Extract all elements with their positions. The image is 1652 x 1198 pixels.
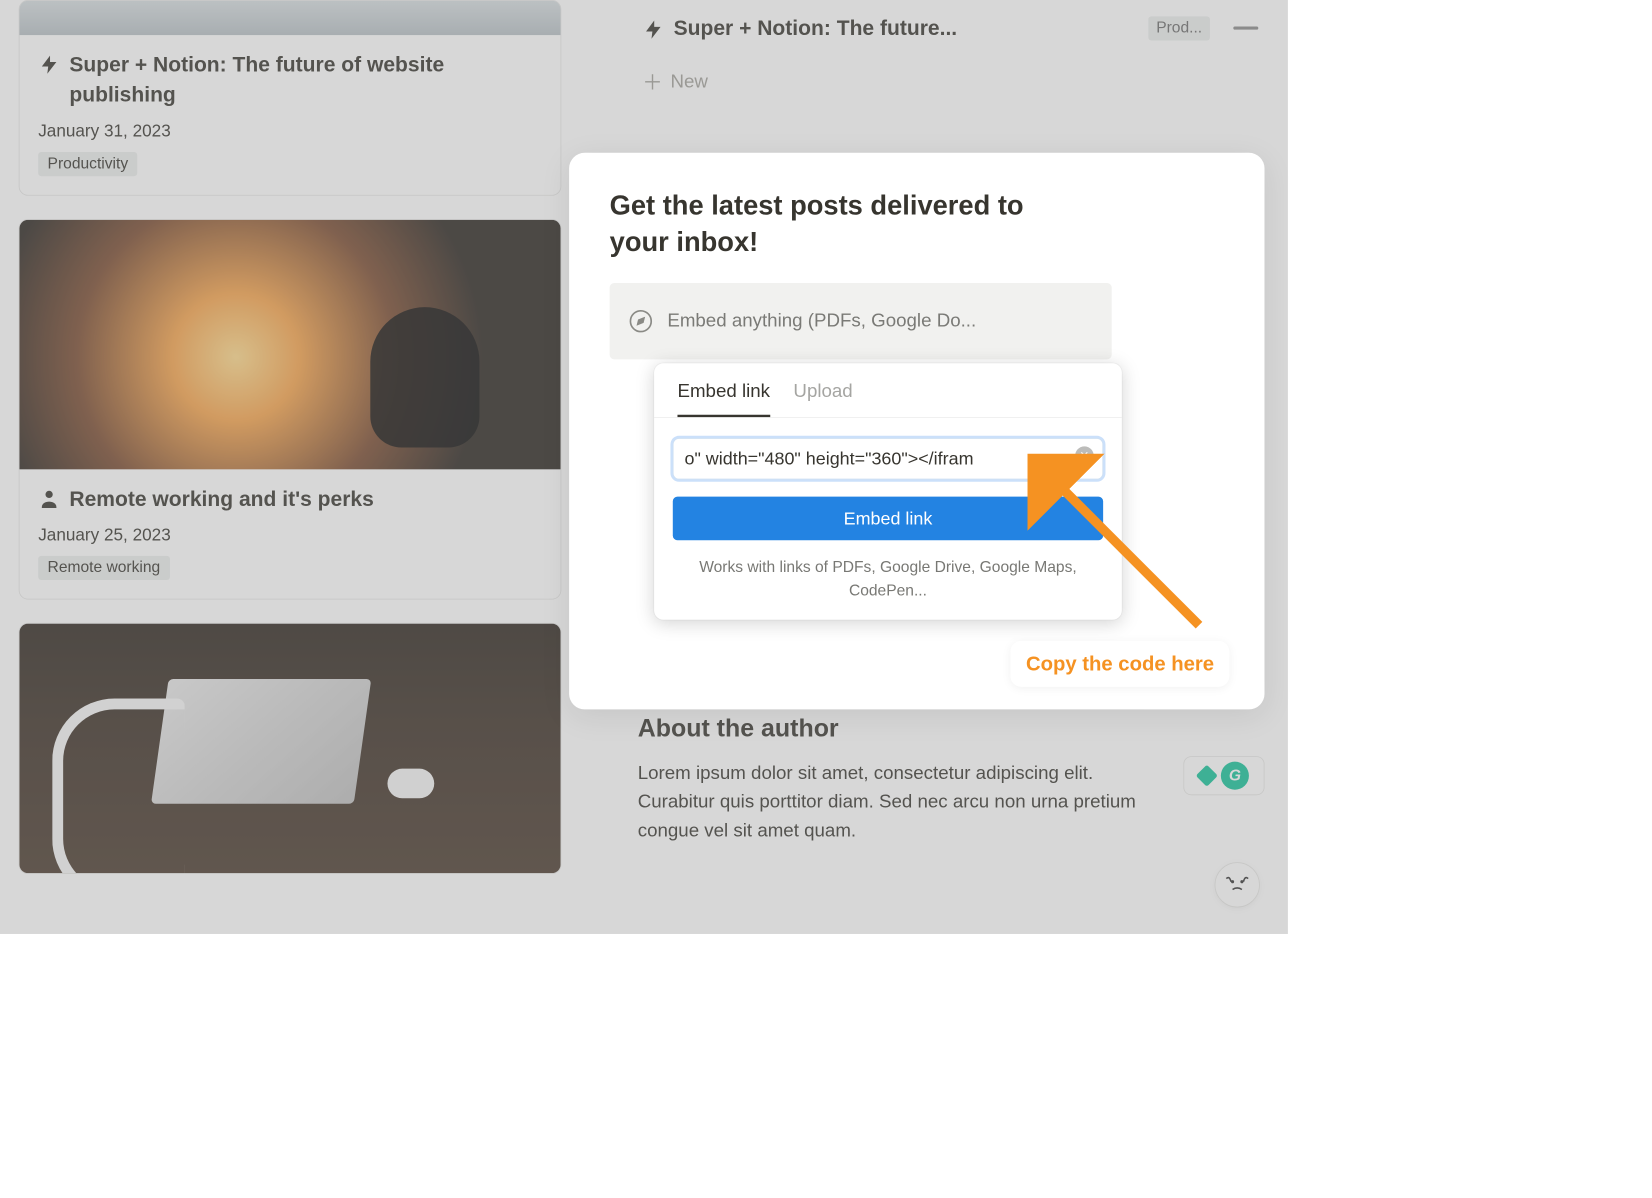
tab-upload[interactable]: Upload [793,380,852,417]
annotation-callout: Copy the code here [1010,641,1229,687]
embed-block-placeholder[interactable]: Embed anything (PDFs, Google Do... [610,283,1112,359]
embed-link-button[interactable]: Embed link [673,497,1103,541]
compass-icon [628,308,653,333]
modal-heading: Get the latest posts delivered to your i… [610,187,1078,261]
embed-help-text: Works with links of PDFs, Google Drive, … [654,556,1122,603]
clear-input-button[interactable]: ✕ [1075,446,1094,465]
tab-embed-link[interactable]: Embed link [677,380,770,417]
embed-popup: Embed link Upload ✕ Embed link Works wit… [654,363,1122,619]
embed-link-input[interactable] [673,438,1103,479]
embed-placeholder-text: Embed anything (PDFs, Google Do... [667,310,976,332]
